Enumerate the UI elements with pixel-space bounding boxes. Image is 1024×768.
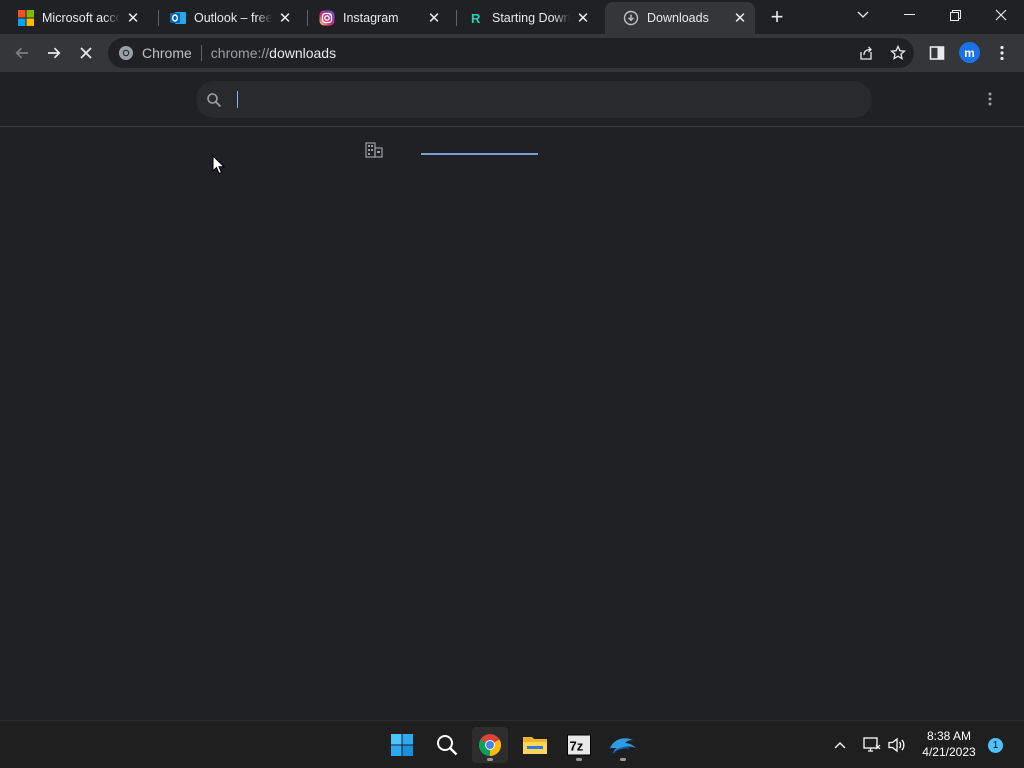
taskbar-dolphin[interactable] xyxy=(605,727,641,763)
download-icon xyxy=(623,10,639,26)
7zip-icon: 7z xyxy=(567,734,591,756)
taskbar-search-button[interactable] xyxy=(429,727,465,763)
restore-icon xyxy=(949,9,961,21)
chevron-down-icon xyxy=(857,11,869,18)
notification-badge[interactable]: 1 xyxy=(988,738,1003,753)
tab-title: Starting Download xyxy=(492,11,570,25)
side-panel-button[interactable] xyxy=(923,39,951,67)
downloads-list xyxy=(0,128,1024,720)
tab-strip: Microsoft account ✕ Outlook – free perso… xyxy=(0,0,1024,34)
windows-start-icon xyxy=(391,734,413,756)
omnibox-divider xyxy=(200,45,202,61)
tab-search-button[interactable] xyxy=(840,0,886,30)
7zip-label: 7z xyxy=(570,739,584,754)
instagram-icon xyxy=(319,10,335,26)
close-tab-icon[interactable]: ✕ xyxy=(276,9,294,27)
tab-instagram[interactable]: Instagram ✕ xyxy=(301,2,449,34)
file-placeholder-icon xyxy=(365,142,383,158)
running-indicator xyxy=(576,758,582,761)
downloads-header xyxy=(0,72,1024,127)
close-tab-icon[interactable]: ✕ xyxy=(574,9,592,27)
downloads-search-box[interactable] xyxy=(196,81,872,118)
stop-loading-button[interactable] xyxy=(72,39,100,67)
address-bar[interactable]: Chrome chrome://downloads xyxy=(108,38,914,68)
close-tab-icon[interactable]: ✕ xyxy=(124,9,142,27)
download-item-link-placeholder[interactable] xyxy=(421,153,538,155)
browser-toolbar: Chrome chrome://downloads m xyxy=(0,34,1024,72)
back-button[interactable] xyxy=(8,39,36,67)
tab-starting-download[interactable]: R Starting Download ✕ xyxy=(450,2,598,34)
site-label: Chrome xyxy=(142,45,192,61)
bookmark-button[interactable] xyxy=(884,39,912,67)
text-caret xyxy=(237,91,238,108)
running-indicator xyxy=(487,758,493,761)
svg-text:R: R xyxy=(471,11,481,26)
network-icon xyxy=(863,737,881,752)
arrow-left-icon xyxy=(15,47,28,59)
search-icon xyxy=(207,92,222,107)
r-logo-icon: R xyxy=(468,10,484,26)
downloads-search-input[interactable] xyxy=(234,87,834,112)
microsoft-logo-icon xyxy=(18,10,34,26)
search-icon xyxy=(437,735,458,756)
dolphin-icon xyxy=(610,738,636,754)
arrow-right-icon xyxy=(48,47,61,59)
chrome-logo-icon xyxy=(119,46,133,60)
show-hidden-icons-button[interactable] xyxy=(829,733,851,757)
clock-date: 4/21/2023 xyxy=(922,745,976,759)
clock-time: 8:38 AM xyxy=(926,729,972,743)
downloads-menu-button[interactable] xyxy=(978,86,1002,112)
close-icon xyxy=(995,9,1007,21)
tab-title: Microsoft account xyxy=(42,11,120,25)
file-explorer-icon xyxy=(523,737,547,754)
close-tab-icon[interactable]: ✕ xyxy=(425,9,443,27)
tab-downloads[interactable]: Downloads ✕ xyxy=(605,2,755,34)
share-icon xyxy=(860,46,872,60)
minimize-button[interactable] xyxy=(886,0,932,30)
taskbar-file-explorer[interactable] xyxy=(517,727,553,763)
start-button[interactable] xyxy=(384,727,420,763)
chrome-icon xyxy=(479,734,501,756)
network-button[interactable] xyxy=(861,733,883,757)
profile-avatar[interactable]: m xyxy=(959,42,980,63)
tab-microsoft-account[interactable]: Microsoft account ✕ xyxy=(0,2,148,34)
url-scheme: chrome:// xyxy=(210,45,270,61)
side-panel-icon xyxy=(929,46,945,60)
taskbar-7zip[interactable]: 7z xyxy=(561,727,597,763)
tab-title: Outlook – free personal email xyxy=(194,11,272,25)
tab-outlook[interactable]: Outlook – free personal email ✕ xyxy=(152,2,300,34)
windows-taskbar: 7z 8:38 AM 4/21/2023 1 xyxy=(0,720,1024,768)
speaker-icon xyxy=(888,737,905,753)
close-window-button[interactable] xyxy=(978,0,1024,30)
close-icon xyxy=(80,47,92,59)
chevron-up-icon xyxy=(834,742,846,749)
chrome-menu-button[interactable] xyxy=(988,39,1016,67)
outlook-icon xyxy=(170,10,186,26)
more-vertical-icon xyxy=(1000,45,1004,61)
volume-button[interactable] xyxy=(886,733,908,757)
taskbar-clock[interactable]: 8:38 AM 4/21/2023 xyxy=(914,728,984,760)
tab-title: Instagram xyxy=(343,11,399,25)
share-button[interactable] xyxy=(852,39,880,67)
mouse-pointer-icon xyxy=(212,155,226,175)
more-vertical-icon xyxy=(988,92,992,106)
new-tab-button[interactable]: + xyxy=(764,4,790,29)
minimize-icon xyxy=(903,14,915,15)
tab-title: Downloads xyxy=(647,11,709,25)
running-indicator xyxy=(620,758,626,761)
url-host: downloads xyxy=(269,45,337,61)
restore-button[interactable] xyxy=(932,0,978,30)
close-tab-icon[interactable]: ✕ xyxy=(731,9,749,27)
taskbar-chrome[interactable] xyxy=(472,727,508,763)
forward-button[interactable] xyxy=(40,39,68,67)
star-icon xyxy=(890,45,906,60)
